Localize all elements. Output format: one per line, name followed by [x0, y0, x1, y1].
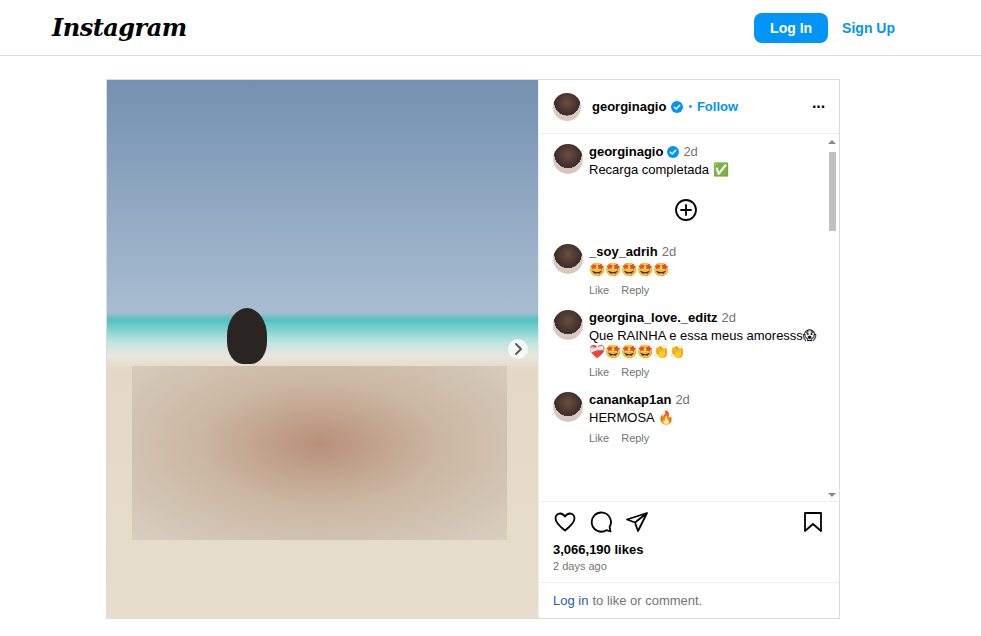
blurred-region — [132, 366, 507, 540]
reply-button[interactable]: Reply — [621, 432, 649, 444]
comment-actions: Like Reply — [589, 432, 819, 444]
login-link[interactable]: Log in — [553, 593, 588, 608]
comment-text: 🤩🤩🤩🤩🤩 — [589, 262, 819, 278]
post-photo — [107, 80, 538, 618]
login-prompt: Log in to like or comment. — [539, 582, 839, 618]
caption: georginagio 2d Recarga completada ✅ — [553, 144, 819, 178]
top-nav: Instagram Log In Sign Up — [0, 0, 981, 56]
plus-circle-icon[interactable] — [674, 198, 698, 222]
separator: • — [688, 101, 692, 112]
reply-button[interactable]: Reply — [621, 366, 649, 378]
post-actions: 3,066,190 likes 2 days ago — [539, 501, 839, 582]
reply-button[interactable]: Reply — [621, 284, 649, 296]
caption-time: 2d — [683, 144, 697, 159]
comment-actions: Like Reply — [589, 366, 819, 378]
comment-body: canankap1an 2d HERMOSA 🔥 Like Reply — [589, 392, 819, 444]
comment-icon[interactable] — [589, 510, 613, 534]
load-more — [553, 198, 819, 222]
next-photo-button[interactable] — [508, 339, 528, 359]
comment: _soy_adrih 2d 🤩🤩🤩🤩🤩 Like Reply — [553, 244, 819, 296]
signup-button[interactable]: Sign Up — [842, 13, 895, 43]
scrollbar[interactable] — [827, 138, 837, 499]
comment-time: 2d — [675, 392, 689, 407]
comment: georgina_love._editz 2d Que RAINHA e ess… — [553, 310, 819, 378]
post-card: georginagio • Follow ··· georginagio 2d … — [106, 79, 840, 619]
chevron-right-icon — [508, 339, 528, 359]
caption-body: georginagio 2d Recarga completada ✅ — [589, 144, 819, 178]
like-comment-button[interactable]: Like — [589, 366, 609, 378]
comment-time: 2d — [722, 310, 736, 325]
author-avatar[interactable] — [553, 93, 581, 121]
comment-text: HERMOSA 🔥 — [589, 410, 819, 426]
comment-username[interactable]: canankap1an — [589, 392, 671, 407]
caption-text: Recarga completada ✅ — [589, 162, 819, 178]
commenter-avatar[interactable] — [553, 244, 583, 274]
like-comment-button[interactable]: Like — [589, 432, 609, 444]
comment-username[interactable]: georgina_love._editz — [589, 310, 718, 325]
comment-body: _soy_adrih 2d 🤩🤩🤩🤩🤩 Like Reply — [589, 244, 819, 296]
verified-badge-icon — [667, 146, 679, 158]
author-username[interactable]: georginagio — [592, 99, 666, 114]
likes-count[interactable]: 3,066,190 likes — [553, 542, 825, 557]
like-comment-button[interactable]: Like — [589, 284, 609, 296]
post-date: 2 days ago — [553, 560, 825, 572]
scroll-down-icon[interactable] — [827, 491, 837, 499]
commenter-avatar[interactable] — [553, 392, 583, 422]
post-side-panel: georginagio • Follow ··· georginagio 2d … — [538, 80, 839, 618]
photo-subject — [227, 308, 267, 364]
action-icons — [553, 510, 825, 534]
commenter-avatar[interactable] — [553, 310, 583, 340]
share-icon[interactable] — [625, 510, 649, 534]
scroll-thumb[interactable] — [829, 152, 836, 231]
bookmark-icon[interactable] — [801, 510, 825, 534]
author-avatar[interactable] — [553, 144, 583, 174]
comment-time: 2d — [662, 244, 676, 259]
follow-button[interactable]: Follow — [697, 99, 738, 114]
page: Instagram Log In Sign Up georginagio • F… — [0, 0, 981, 636]
comment-text: Que RAINHA e essa meus amoresss😱 ❤️‍🩹🤩🤩🤩… — [589, 328, 819, 360]
comments-area: georginagio 2d Recarga completada ✅ _soy… — [539, 134, 839, 501]
login-prompt-text: to like or comment. — [592, 593, 702, 608]
instagram-logo[interactable]: Instagram — [52, 13, 187, 42]
post-header: georginagio • Follow ··· — [539, 80, 839, 134]
login-button[interactable]: Log In — [754, 13, 828, 43]
nav-actions: Log In Sign Up — [754, 13, 895, 43]
heart-icon[interactable] — [553, 510, 577, 534]
comment-actions: Like Reply — [589, 284, 819, 296]
verified-badge-icon — [671, 101, 683, 113]
scroll-up-icon[interactable] — [827, 138, 837, 146]
comment: canankap1an 2d HERMOSA 🔥 Like Reply — [553, 392, 819, 444]
comment-body: georgina_love._editz 2d Que RAINHA e ess… — [589, 310, 819, 378]
caption-username[interactable]: georginagio — [589, 144, 663, 159]
more-options-button[interactable]: ··· — [812, 98, 825, 116]
comment-username[interactable]: _soy_adrih — [589, 244, 658, 259]
